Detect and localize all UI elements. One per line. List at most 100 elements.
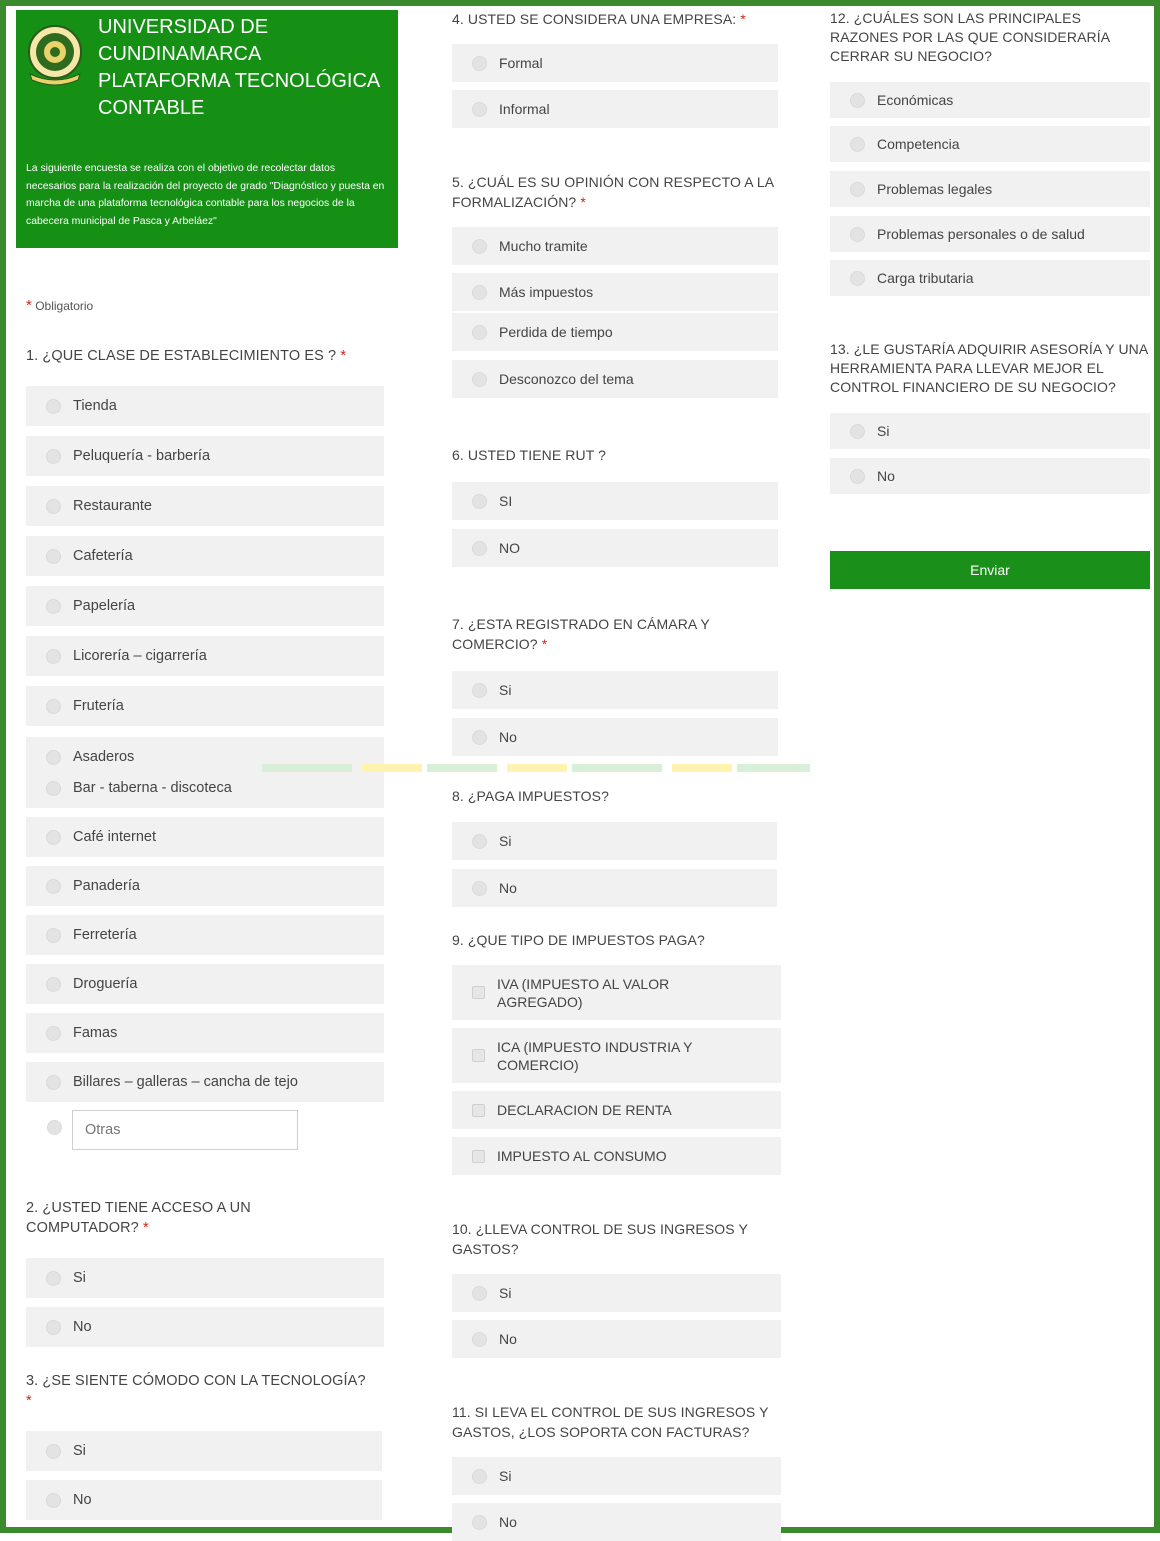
q4-option-1[interactable]: Formal xyxy=(452,44,778,82)
q10-option-2[interactable]: No xyxy=(452,1320,781,1358)
radio-icon[interactable] xyxy=(472,729,487,745)
radio-icon[interactable] xyxy=(46,1074,61,1090)
radio-icon[interactable] xyxy=(472,880,487,896)
radio-icon[interactable] xyxy=(472,493,487,509)
radio-icon[interactable] xyxy=(46,598,61,614)
radio-icon[interactable] xyxy=(472,1285,487,1301)
q12-option-2[interactable]: Competencia xyxy=(830,126,1150,162)
question-5-text: 5. ¿CUÁL ES SU OPINIÓN CON RESPECTO A LA… xyxy=(452,174,774,210)
radio-icon[interactable] xyxy=(46,1270,61,1286)
q9-option-4[interactable]: IMPUESTO AL CONSUMO xyxy=(452,1137,781,1175)
q5-option-3[interactable]: Perdida de tiempo xyxy=(452,313,778,351)
q1-option-11[interactable]: Panadería xyxy=(26,866,384,906)
q7-option-1[interactable]: Si xyxy=(452,671,778,709)
radio-icon[interactable] xyxy=(472,238,487,254)
q6-option-2[interactable]: NO xyxy=(452,529,778,567)
question-12-text: 12. ¿CUÁLES SON LAS PRINCIPALES RAZONES … xyxy=(830,10,1110,64)
q1-option-15[interactable]: Billares – galleras – cancha de tejo xyxy=(26,1062,384,1102)
checkbox-icon[interactable] xyxy=(472,986,485,999)
radio-icon[interactable] xyxy=(472,324,487,340)
q12-option-4[interactable]: Problemas personales o de salud xyxy=(830,216,1150,252)
q11-option-2[interactable]: No xyxy=(452,1503,781,1541)
radio-icon[interactable] xyxy=(850,468,865,484)
radio-icon[interactable] xyxy=(46,780,61,796)
radio-icon[interactable] xyxy=(850,226,865,242)
radio-icon[interactable] xyxy=(472,55,487,71)
q1-option-1[interactable]: Tienda xyxy=(26,386,384,426)
radio-icon[interactable] xyxy=(850,92,865,108)
q5-option-2[interactable]: Más impuestos xyxy=(452,273,778,311)
radio-icon[interactable] xyxy=(46,448,61,464)
radio-icon[interactable] xyxy=(46,1492,61,1508)
radio-icon[interactable] xyxy=(46,829,61,845)
q5-option-1[interactable]: Mucho tramite xyxy=(452,227,778,265)
q11-option-1[interactable]: Si xyxy=(452,1457,781,1495)
question-10-text: 10. ¿LLEVA CONTROL DE SUS INGRESOS Y GAS… xyxy=(452,1221,748,1257)
radio-icon[interactable] xyxy=(46,1443,61,1459)
checkbox-icon[interactable] xyxy=(472,1103,485,1117)
q8-option-2[interactable]: No xyxy=(452,869,777,907)
q2-option-2[interactable]: No xyxy=(26,1307,384,1347)
radio-icon[interactable] xyxy=(472,101,487,117)
other-option-input[interactable] xyxy=(72,1110,298,1150)
radio-icon[interactable] xyxy=(46,498,61,514)
q1-option-12[interactable]: Ferretería xyxy=(26,915,384,955)
radio-icon[interactable] xyxy=(46,927,61,943)
q9-option-2[interactable]: ICA (IMPUESTO INDUSTRIA Y COMERCIO) xyxy=(452,1028,781,1083)
q1-option-5[interactable]: Papelería xyxy=(26,586,384,626)
radio-icon[interactable] xyxy=(472,1331,487,1347)
radio-icon[interactable] xyxy=(46,398,61,414)
q3-option-2[interactable]: No xyxy=(26,1480,382,1520)
q13-option-1[interactable]: Si xyxy=(830,413,1150,449)
q1-option-7[interactable]: Frutería xyxy=(26,686,384,726)
q1-option-13[interactable]: Droguería xyxy=(26,964,384,1004)
q9-option-3[interactable]: DECLARACION DE RENTA xyxy=(452,1091,781,1129)
q1-option-10[interactable]: Café internet xyxy=(26,817,384,857)
radio-icon[interactable] xyxy=(46,878,61,894)
checkbox-icon[interactable] xyxy=(472,1049,485,1062)
radio-icon[interactable] xyxy=(472,833,487,849)
q12-option-3[interactable]: Problemas legales xyxy=(830,171,1150,207)
q1-option-6[interactable]: Licorería – cigarrería xyxy=(26,636,384,676)
radio-icon[interactable] xyxy=(472,371,487,387)
radio-icon[interactable] xyxy=(850,270,865,286)
radio-icon[interactable] xyxy=(46,976,61,992)
submit-button[interactable]: Enviar xyxy=(830,551,1150,589)
radio-icon[interactable] xyxy=(850,181,865,197)
q1-option-4[interactable]: Cafetería xyxy=(26,536,384,576)
checkbox-icon[interactable] xyxy=(472,1149,485,1163)
q10-option-1[interactable]: Si xyxy=(452,1274,781,1312)
q1-option-3[interactable]: Restaurante xyxy=(26,486,384,526)
radio-icon[interactable] xyxy=(46,1319,61,1335)
q8-option-1[interactable]: Si xyxy=(452,822,777,860)
radio-icon[interactable] xyxy=(472,1514,487,1530)
q3-option-1[interactable]: Si xyxy=(26,1431,382,1471)
q1-option-9[interactable]: Bar - taberna - discoteca xyxy=(26,768,384,808)
q13-option-2[interactable]: No xyxy=(830,458,1150,494)
q1-option-14[interactable]: Famas xyxy=(26,1013,384,1053)
radio-icon[interactable] xyxy=(46,698,61,714)
q9-option-1[interactable]: IVA (IMPUESTO AL VALOR AGREGADO) xyxy=(452,965,781,1020)
radio-icon[interactable] xyxy=(46,749,61,765)
other-option-radio[interactable] xyxy=(47,1120,62,1135)
q2-option-1[interactable]: Si xyxy=(26,1258,384,1298)
radio-icon[interactable] xyxy=(472,540,487,556)
radio-icon[interactable] xyxy=(46,1025,61,1041)
option-label: Problemas legales xyxy=(877,181,993,197)
radio-icon[interactable] xyxy=(850,136,865,152)
radio-icon[interactable] xyxy=(46,648,61,664)
q12-option-1[interactable]: Económicas xyxy=(830,82,1150,118)
q5-option-4[interactable]: Desconozco del tema xyxy=(452,360,778,398)
q6-option-1[interactable]: SI xyxy=(452,482,778,520)
q7-option-2[interactable]: No xyxy=(452,718,778,756)
radio-icon[interactable] xyxy=(46,548,61,564)
q1-option-2[interactable]: Peluquería - barbería xyxy=(26,436,384,476)
radio-icon[interactable] xyxy=(472,1468,487,1484)
radio-icon[interactable] xyxy=(472,682,487,698)
q4-option-2[interactable]: Informal xyxy=(452,90,778,128)
option-label: Bar - taberna - discoteca xyxy=(73,780,232,796)
radio-icon[interactable] xyxy=(850,423,865,439)
radio-icon[interactable] xyxy=(472,284,487,300)
question-1-text: 1. ¿QUE CLASE DE ESTABLECIMIENTO ES ? xyxy=(26,348,337,364)
q12-option-5[interactable]: Carga tributaria xyxy=(830,260,1150,296)
